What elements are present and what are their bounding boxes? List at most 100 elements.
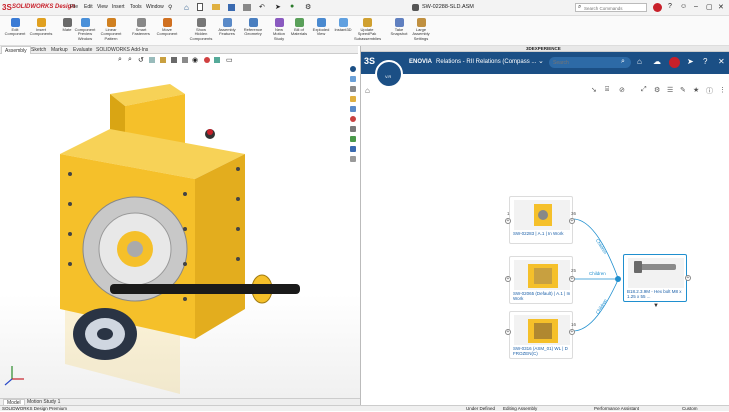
menu-insert[interactable]: Insert <box>112 4 125 10</box>
node-label[interactable]: SW-02065 (Default) | A.1 | In Work <box>513 291 571 303</box>
home-icon[interactable]: ⌂ <box>184 3 189 12</box>
document-title: SW-02288-SLD.ASM <box>422 4 474 10</box>
ribbon-button-move-component[interactable]: Move Component <box>154 16 180 46</box>
tab-sketch[interactable]: Sketch <box>28 46 49 54</box>
ribbon-button-label: Move Component <box>156 27 178 37</box>
node-dropdown-icon[interactable]: ▼ <box>653 303 659 309</box>
ribbon-button-label: Edit Component <box>4 27 26 37</box>
task-pane-resources-icon[interactable] <box>350 76 356 82</box>
ribbon-button-assembly-features[interactable]: Assembly Features <box>214 16 240 46</box>
task-pane-strip <box>348 64 358 176</box>
tab-assembly[interactable]: Assembly <box>1 46 31 54</box>
menu-edit[interactable]: Edit <box>84 4 93 10</box>
ribbon-button-edit-component[interactable]: Edit Component <box>2 16 28 46</box>
ribbon-button-reference-geometry[interactable]: Reference Geometry <box>240 16 266 46</box>
ribbon-button-icon <box>162 18 172 27</box>
minimize-button[interactable]: – <box>694 3 698 10</box>
relation-node[interactable]: SW-0316 (ASM_01) WL | D FROZEN(C) <box>509 311 573 359</box>
doc-type-icon <box>412 4 419 11</box>
ribbon-button-label: Reference Geometry <box>243 27 263 37</box>
task-pane-home-icon[interactable] <box>350 146 356 152</box>
title-bar: 3S SOLIDWORKS Design File Edit View Inse… <box>0 0 729 16</box>
task-pane-extra-icon[interactable] <box>350 156 356 162</box>
ribbon-button-instant3d[interactable]: Instant3D <box>330 16 356 46</box>
expand-right-button[interactable]: + <box>685 275 691 281</box>
undo-icon[interactable]: ↶ <box>259 3 265 11</box>
brand-name: SOLIDWORKS Design <box>12 4 76 10</box>
search-commands-input[interactable] <box>584 5 644 11</box>
status-performance-assistant[interactable]: Performance Assistant <box>594 406 639 412</box>
save-icon[interactable] <box>228 4 235 11</box>
node-count: 16 <box>571 322 577 327</box>
expand-right-button[interactable]: + <box>569 329 575 335</box>
ribbon-button-icon <box>274 18 284 27</box>
status-editing: Editing Assembly <box>503 406 538 411</box>
ribbon-button-linear-component-pattern[interactable]: Linear Component Pattern <box>98 16 124 46</box>
ribbon-button-label: Exploded View <box>312 27 330 37</box>
ribbon-button-label: Component Preview Window <box>74 27 96 41</box>
task-pane-design-library-icon[interactable] <box>350 86 356 92</box>
tab-markup[interactable]: Markup <box>48 46 71 54</box>
new-doc-icon[interactable] <box>197 3 203 11</box>
task-pane-forum-icon[interactable] <box>350 136 356 142</box>
edge-label-children-2: Children <box>589 271 606 276</box>
status-bar: SOLIDWORKS Design Premium Under Defined … <box>0 405 729 411</box>
task-pane-view-palette-icon[interactable] <box>350 106 356 112</box>
ribbon-button-icon <box>36 18 46 27</box>
print-icon[interactable] <box>243 4 251 11</box>
expand-left-button[interactable]: + <box>505 276 511 282</box>
menu-file[interactable]: File <box>70 4 78 10</box>
ribbon-button-label: Large Assembly Settings <box>412 27 430 41</box>
task-pane-3dexperience-icon[interactable] <box>350 66 356 72</box>
relation-node-selected[interactable]: B18.2.3.9M - Hex bolt M8 x 1.25 x 55 ... <box>623 254 687 302</box>
expand-right-button[interactable]: + <box>569 276 575 282</box>
user-avatar[interactable] <box>653 3 662 12</box>
relation-node[interactable]: SW-02283 | A.1 | In Work <box>509 196 573 244</box>
relation-node[interactable]: SW-02065 (Default) | A.1 | In Work <box>509 256 573 304</box>
select-icon[interactable]: ➤ <box>275 3 281 11</box>
expand-left-button[interactable]: + <box>505 218 511 224</box>
node-left-count: 1 <box>507 211 510 216</box>
user-icon[interactable]: ☺ <box>680 3 687 10</box>
maximize-button[interactable]: ▢ <box>706 3 713 11</box>
ribbon-button-icon <box>136 18 146 27</box>
search-commands-box[interactable]: ⌕ <box>575 3 647 12</box>
ribbon-button-component-preview-window[interactable]: Component Preview Window <box>72 16 98 46</box>
task-pane-appearances-icon[interactable] <box>350 116 356 122</box>
menu-view[interactable]: View <box>97 4 108 10</box>
pin-icon[interactable]: ⚲ <box>168 4 172 11</box>
options-icon[interactable]: ⚙ <box>305 3 311 11</box>
ribbon-button-show-hidden-components[interactable]: Show Hidden Components <box>188 16 214 46</box>
task-pane-file-explorer-icon[interactable] <box>350 96 356 102</box>
bottom-tabs: Model Motion Study 1 <box>0 398 360 406</box>
ribbon-button-large-assembly-settings[interactable]: Large Assembly Settings <box>408 16 434 46</box>
ribbon-button-icon <box>316 18 326 27</box>
expand-left-button[interactable]: + <box>505 329 511 335</box>
node-label[interactable]: SW-0316 (ASM_01) WL | D FROZEN(C) <box>513 346 571 358</box>
tab-evaluate[interactable]: Evaluate <box>70 46 95 54</box>
status-product-name: SOLIDWORKS Design Premium <box>2 406 68 411</box>
node-label[interactable]: B18.2.3.9M - Hex bolt M8 x 1.25 x 55 ... <box>627 289 685 301</box>
close-button[interactable]: ✕ <box>718 3 724 11</box>
tab-solidworks-addins[interactable]: SOLIDWORKS Add-Ins <box>93 46 151 54</box>
expand-right-button[interactable]: + <box>569 218 575 224</box>
graphics-area[interactable]: ⌕ ⌕ ↺ ◉ ▭ <box>0 54 360 398</box>
ribbon-button-update-speedpak-subassemblies[interactable]: Update SpeedPak Subassemblies <box>354 16 382 46</box>
open-icon[interactable] <box>212 4 220 10</box>
ribbon-button-smart-fasteners[interactable]: Smart Fasteners <box>128 16 154 46</box>
ribbon-button-label: Assembly Features <box>218 27 236 37</box>
help-icon[interactable]: ? <box>668 3 672 10</box>
ribbon-button-label: Take Snapshot <box>390 27 408 37</box>
ribbon-button-insert-components[interactable]: Insert Components <box>28 16 54 46</box>
status-custom[interactable]: Custom <box>682 406 698 412</box>
ribbon-button-icon <box>394 18 404 27</box>
menu-tools[interactable]: Tools <box>130 4 142 10</box>
ribbon-button-label: Insert Components <box>29 27 53 37</box>
node-label[interactable]: SW-02283 | A.1 | In Work <box>513 231 571 243</box>
node-count: 36 <box>571 211 577 216</box>
menu-window[interactable]: Window <box>146 4 164 10</box>
ribbon-button-icon <box>338 18 348 27</box>
task-pane-custom-properties-icon[interactable] <box>350 126 356 132</box>
ribbon-button-label: Update SpeedPak Subassemblies <box>354 27 382 41</box>
rebuild-icon[interactable]: ● <box>290 3 294 10</box>
